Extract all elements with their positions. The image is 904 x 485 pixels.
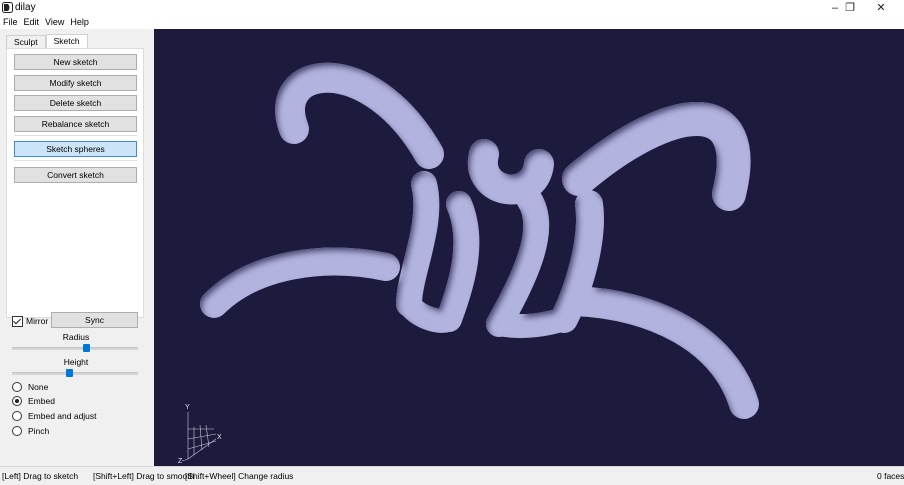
tab-sketch[interactable]: Sketch (45, 34, 88, 49)
menu-file[interactable]: File (0, 15, 21, 29)
radio-button[interactable] (12, 411, 22, 421)
close-button[interactable]: ✕ (866, 0, 896, 15)
sync-button[interactable]: Sync (51, 312, 138, 328)
menu-edit[interactable]: Edit (21, 15, 43, 29)
radio-button[interactable] (12, 396, 22, 406)
app-logo-icon (2, 2, 13, 13)
modify-sketch-button[interactable]: Modify sketch (14, 75, 137, 91)
height-label: Height (63, 357, 89, 367)
height-slider[interactable] (12, 369, 138, 377)
menu-help[interactable]: Help (67, 15, 92, 29)
sketch-tab-content: New sketch Modify sketch Delete sketch R… (6, 48, 144, 318)
mirror-label: Mirror (26, 316, 49, 326)
title-bar: dilay – ❐ ✕ (0, 0, 904, 15)
mode-embed-label: Embed (28, 396, 55, 406)
radio-button[interactable] (12, 382, 22, 392)
tool-panel: Sculpt Sketch New sketch Modify sketch D… (0, 29, 152, 466)
radius-slider-handle[interactable] (83, 344, 91, 352)
x-axis-label: X (217, 434, 222, 441)
radio-button[interactable] (12, 426, 22, 436)
restore-button[interactable]: ❐ (835, 0, 865, 15)
menu-view[interactable]: View (42, 15, 67, 29)
mode-pinch-option[interactable]: Pinch (12, 425, 49, 437)
window-title: dilay (15, 2, 36, 13)
mode-none-option[interactable]: None (12, 381, 48, 393)
status-shift-left: [Shift+Left] Drag to smooth (93, 471, 195, 481)
delete-sketch-button[interactable]: Delete sketch (14, 95, 137, 111)
rebalance-sketch-button[interactable]: Rebalance sketch (14, 116, 137, 132)
tool-tabs: Sculpt Sketch (6, 34, 88, 49)
radius-slider[interactable] (12, 344, 138, 352)
new-sketch-button[interactable]: New sketch (14, 54, 137, 70)
convert-sketch-button[interactable]: Convert sketch (14, 167, 137, 183)
z-axis-label: Z (178, 458, 183, 465)
restore-icon: ❐ (845, 2, 855, 14)
status-shift-wheel: [Shift+Wheel] Change radius (185, 471, 294, 481)
mirror-checkbox-row[interactable]: Mirror (12, 313, 48, 329)
mode-pinch-label: Pinch (28, 426, 50, 436)
mode-embed-adjust-label: Embed and adjust (28, 411, 97, 421)
sketch-mesh: Y X Z (178, 62, 759, 465)
status-left-drag: [Left] Drag to sketch (2, 471, 79, 481)
status-face-count: 0 faces (877, 471, 904, 481)
mode-embed-option[interactable]: Embed (12, 395, 55, 407)
height-slider-handle[interactable] (65, 369, 73, 377)
separator (14, 135, 137, 136)
mode-none-label: None (28, 382, 49, 392)
viewport-3d[interactable]: Y X Z (154, 29, 904, 466)
axis-gizmo (181, 412, 217, 462)
mode-embed-adjust-option[interactable]: Embed and adjust (12, 410, 97, 422)
radius-label: Radius (62, 332, 90, 342)
y-axis-label: Y (185, 404, 190, 411)
menu-bar: File Edit View Help (0, 15, 904, 29)
tab-sculpt[interactable]: Sculpt (6, 35, 46, 48)
separator (14, 160, 137, 161)
status-bar: [Left] Drag to sketch [Shift+Left] Drag … (0, 466, 904, 485)
sketch-spheres-button[interactable]: Sketch spheres (14, 141, 137, 157)
mirror-checkbox[interactable] (12, 315, 23, 327)
close-icon: ✕ (876, 2, 886, 14)
